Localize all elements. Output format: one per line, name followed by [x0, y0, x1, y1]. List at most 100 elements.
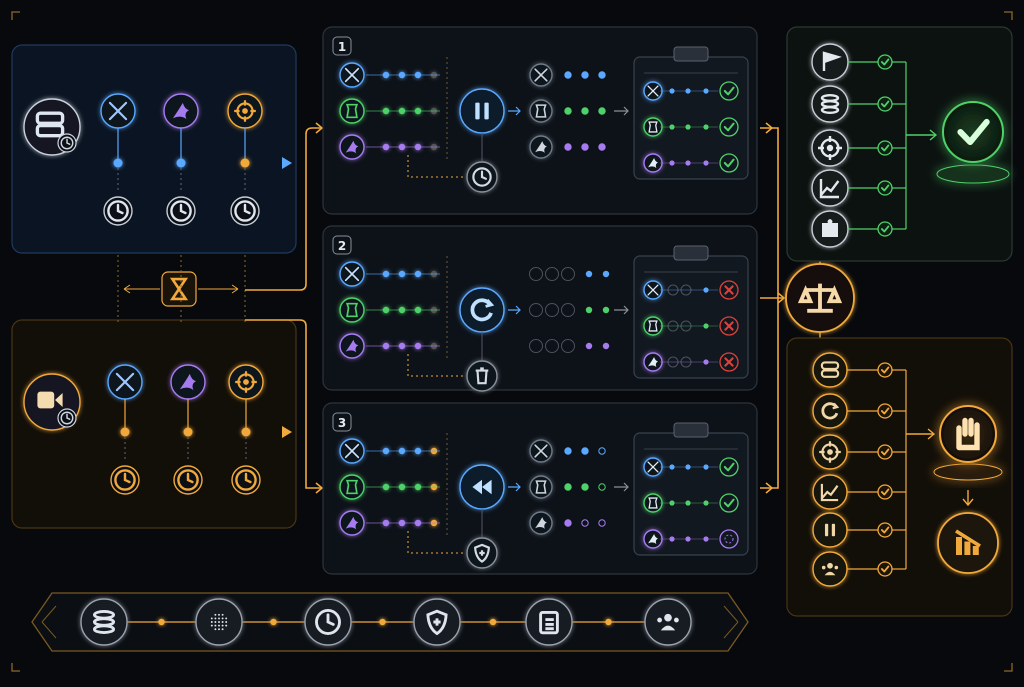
pipeline-dot: [489, 618, 497, 626]
tower-icon: [643, 316, 663, 336]
stream-panel-server-stream: [11, 44, 297, 254]
users-icon: [644, 598, 692, 646]
progress-dot: [598, 143, 606, 151]
progress-dot: [602, 342, 610, 350]
dragon-icon: [170, 364, 206, 400]
check-icon: [877, 561, 893, 577]
progress-dot: [564, 143, 572, 151]
diagram-canvas: 1 2 3: [11, 11, 1013, 672]
shield-check-icon: [413, 598, 461, 646]
clock-icon: [103, 196, 133, 226]
check-icon: [877, 484, 893, 500]
pause-icon: [459, 88, 505, 134]
clipboard-clip-icon: [673, 422, 709, 438]
clock-icon: [304, 598, 352, 646]
crossed-swords-icon: [339, 62, 365, 88]
progress-dot: [585, 342, 593, 350]
tower-icon: [339, 98, 365, 124]
check-icon: [877, 362, 893, 378]
pipeline-dot: [158, 618, 165, 626]
flag-icon: [811, 43, 849, 81]
timeline-node: [176, 158, 186, 168]
timeline-node: [240, 158, 250, 168]
progress-dot: [564, 107, 572, 115]
checklist-card: [633, 245, 749, 379]
gauge-icon: [812, 474, 848, 510]
pipeline-bar: [31, 592, 749, 652]
timeline-node: [113, 158, 123, 168]
timeline-node: [183, 427, 193, 437]
pipeline-dot: [270, 618, 277, 626]
progress-dot: [581, 107, 589, 115]
progress-dot: [581, 483, 589, 491]
clock-icon: [230, 196, 260, 226]
dots-cluster-icon: [195, 598, 243, 646]
chart-up-icon: [811, 169, 849, 207]
check-icon: [877, 96, 893, 112]
tower-icon: [643, 117, 663, 137]
tower-icon: [529, 475, 553, 499]
scenario-panel-3: 3: [322, 402, 758, 575]
crossed-swords-icon: [643, 457, 663, 477]
progress-dot: [598, 71, 606, 79]
clock-icon: [466, 161, 498, 193]
trash-icon: [466, 360, 498, 392]
clock-icon: [173, 465, 203, 495]
target-question-icon: [812, 434, 848, 470]
check-icon: [877, 221, 893, 237]
progress-dot: [602, 306, 610, 314]
dragon-icon: [339, 510, 365, 536]
scenario-number: 1: [338, 40, 346, 54]
dragon-icon: [643, 352, 663, 372]
check-icon: [877, 180, 893, 196]
check-icon: [877, 403, 893, 419]
sync-hourglass: [117, 255, 246, 322]
clipboard-list-icon: [525, 598, 573, 646]
bar-chart-down-icon: [937, 512, 999, 574]
progress-dot: [598, 107, 606, 115]
pipeline-dot: [605, 618, 612, 626]
database-icon: [811, 85, 849, 123]
mitigation-panel: [786, 337, 1013, 617]
scenario-panel-2: 2: [322, 225, 758, 392]
progress-dot: [581, 143, 589, 151]
clock-icon: [231, 465, 261, 495]
progress-dot: [602, 270, 610, 278]
dragon-icon: [163, 93, 199, 129]
crossed-swords-icon: [643, 81, 663, 101]
tower-icon: [339, 297, 365, 323]
progress-dot: [581, 71, 589, 79]
check-circle-icon: [936, 101, 1010, 184]
puzzle-icon: [811, 210, 849, 248]
checklist-card: [633, 422, 749, 556]
crossed-swords-icon: [643, 280, 663, 300]
server-clock-icon: [23, 98, 81, 156]
crossed-swords-icon: [339, 261, 365, 287]
clipboard-clip-icon: [673, 245, 709, 261]
tower-icon: [643, 493, 663, 513]
dragon-icon: [529, 511, 553, 535]
scenario-number: 3: [338, 416, 346, 430]
target-icon: [227, 93, 263, 129]
pipeline-dot: [379, 618, 386, 626]
video-camera-clock-icon: [23, 373, 81, 431]
crossed-swords-icon: [100, 93, 136, 129]
timeline-node: [120, 427, 130, 437]
monitor-freeze-icon: [812, 352, 848, 388]
dragon-icon: [529, 135, 553, 159]
progress-dot: [564, 519, 572, 527]
scenario-panel-1: 1: [322, 26, 758, 215]
dragon-icon: [643, 153, 663, 173]
check-icon: [877, 54, 893, 70]
decision-node: [785, 258, 855, 340]
crossed-swords-icon: [339, 438, 365, 464]
scenario-number: 2: [338, 239, 346, 253]
stream-panel-video-stream: [11, 319, 297, 529]
pause-square-icon: [812, 512, 848, 548]
target-icon: [228, 364, 264, 400]
dragon-icon: [339, 134, 365, 160]
branch-icon: [812, 393, 848, 429]
check-icon: [877, 140, 893, 156]
progress-dot: [581, 447, 589, 455]
tower-icon: [339, 474, 365, 500]
